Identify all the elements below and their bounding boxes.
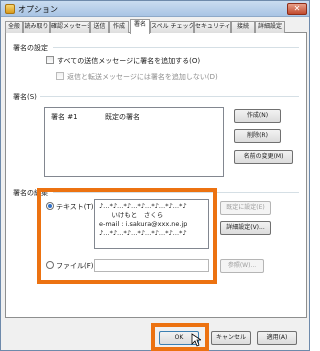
tab-signatures[interactable]: 署名 <box>130 19 150 34</box>
add-signature-checkbox[interactable] <box>46 56 54 64</box>
mouse-pointer-icon <box>191 333 201 347</box>
apply-button[interactable]: 適用(A) <box>257 331 297 345</box>
signature-list[interactable]: 署名 #1 既定の署名 <box>44 107 224 177</box>
signature-name[interactable]: 署名 #1 <box>51 112 78 122</box>
rename-signature-button[interactable]: 名前の変更(M) <box>234 150 293 164</box>
signature-status: 既定の署名 <box>105 113 140 121</box>
edit-highlight-box <box>37 188 217 284</box>
section-divider <box>37 96 299 97</box>
skip-replies-checkbox[interactable] <box>56 72 64 80</box>
options-dialog: オプション ✕ 全般 読み取り 確認メッセージ 送信 作成 署名 スペル チェッ… <box>0 0 310 351</box>
cancel-button[interactable]: キャンセル <box>211 331 251 345</box>
browse-button[interactable]: 参照(W)... <box>220 259 264 273</box>
set-default-button[interactable]: 既定に設定(E) <box>220 201 271 215</box>
settings-heading: 署名の設定 <box>13 43 51 53</box>
tab-read[interactable]: 読み取り <box>23 21 50 33</box>
signatures-heading: 署名(S) <box>13 92 40 102</box>
new-signature-button[interactable]: 作成(N) <box>234 109 281 123</box>
section-divider <box>53 47 299 48</box>
app-icon <box>5 4 15 14</box>
tab-send[interactable]: 送信 <box>90 21 109 33</box>
tab-compose[interactable]: 作成 <box>109 21 129 33</box>
close-button[interactable]: ✕ <box>287 3 307 15</box>
tab-strip: 全般 読み取り 確認メッセージ 送信 作成 署名 スペル チェック セキュリティ… <box>5 19 307 34</box>
tab-security[interactable]: セキュリティ <box>194 21 231 33</box>
tab-general[interactable]: 全般 <box>5 21 23 33</box>
add-signature-label: すべての送信メッセージに署名を追加する(O) <box>57 57 201 65</box>
dialog-title: オプション <box>18 5 58 14</box>
tab-receipts[interactable]: 確認メッセージ <box>50 21 90 33</box>
tab-advanced[interactable]: 詳細設定 <box>255 21 285 33</box>
tab-connection[interactable]: 接続 <box>231 21 255 33</box>
skip-replies-label: 返信と転送メッセージには署名を追加しない(D) <box>67 73 218 81</box>
advanced-settings-button[interactable]: 詳細設定(V)... <box>220 221 271 235</box>
delete-signature-button[interactable]: 削除(R) <box>234 129 281 143</box>
title-bar[interactable]: オプション ✕ <box>1 1 309 17</box>
tab-spelling[interactable]: スペル チェック <box>150 21 194 33</box>
